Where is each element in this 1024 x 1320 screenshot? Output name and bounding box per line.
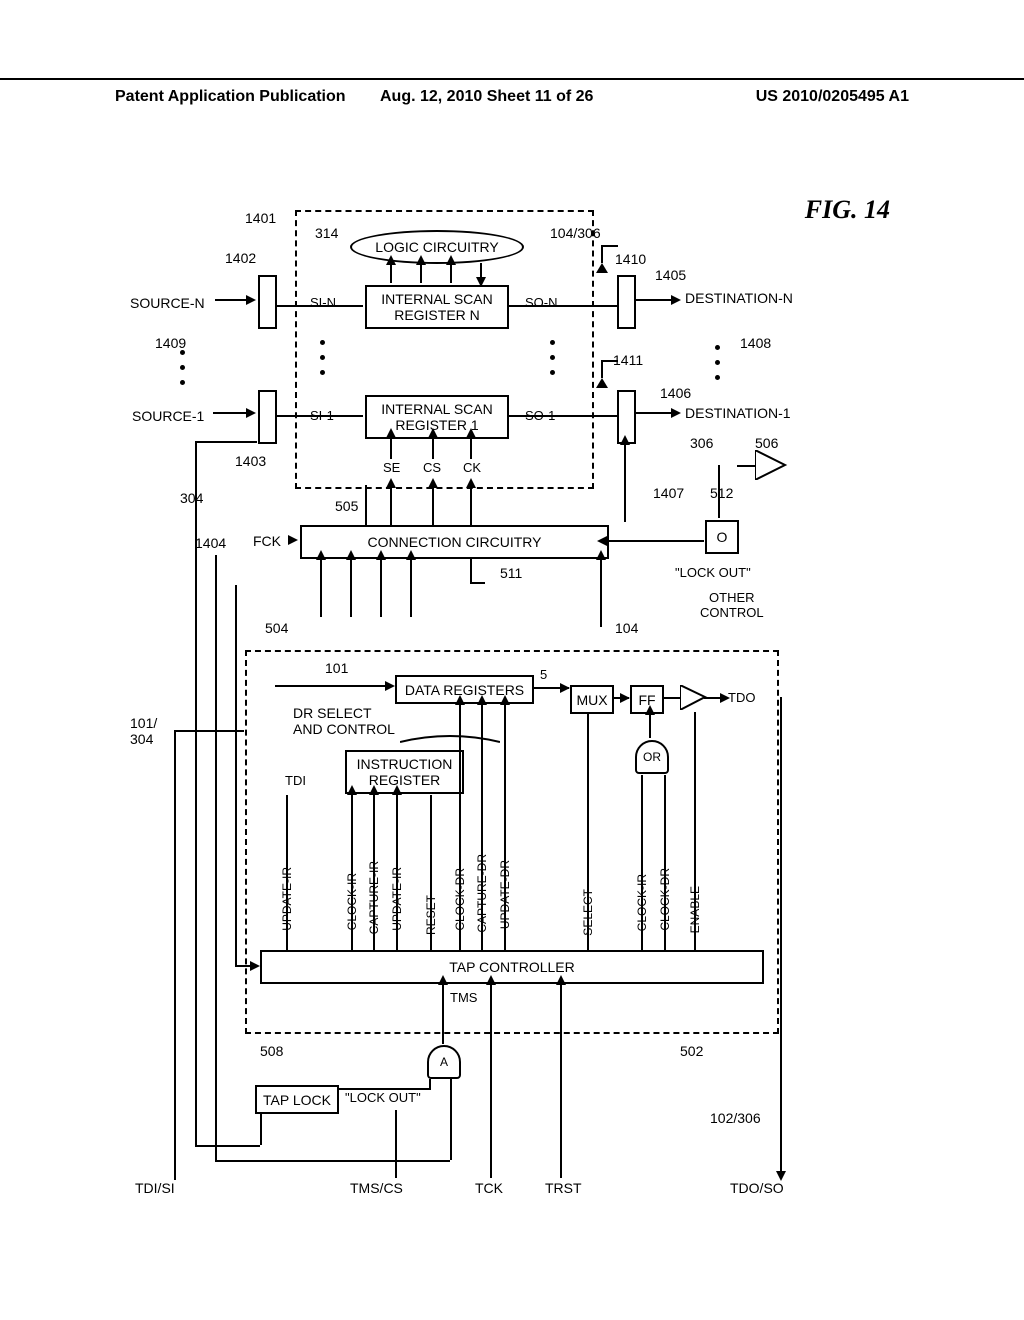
ref-505: 505 [335,498,358,514]
destination-n: DESTINATION-N [685,290,793,306]
header-publication: Patent Application Publication [115,88,346,106]
source-n: SOURCE-N [130,295,205,311]
ref-104: 104 [615,620,638,636]
tms: TMS [450,990,477,1005]
buffer-506 [755,450,790,480]
ref-511: 511 [500,565,522,581]
ref-1409: 1409 [155,335,186,351]
destination-1: DESTINATION-1 [685,405,791,421]
lock-out-l: "LOCK OUT" [345,1090,421,1105]
mux: MUX [570,685,614,714]
ref-1404: 1404 [195,535,226,551]
cs: CS [423,460,441,475]
ref-504: 504 [265,620,288,636]
tdo: TDO [728,690,755,705]
ref-101-304: 101/ 304 [130,715,157,747]
figure-14: FIG. 14 1401 314 104/306 LOGIC CIRCUITRY… [120,195,910,1220]
ref-104-306: 104/306 [550,225,601,241]
ref-1410: 1410 [615,251,646,267]
figure-title: FIG. 14 [805,195,890,225]
tck: TCK [475,1180,503,1196]
fck: FCK [253,533,281,549]
ref-304: 304 [180,490,203,506]
ref-506: 506 [755,435,778,451]
trst: TRST [545,1180,582,1196]
ref-102-306: 102/306 [710,1110,761,1126]
a-gate: A [427,1045,461,1079]
output-box-n [617,275,636,329]
ref-1402: 1402 [225,250,256,266]
ref-5: 5 [540,667,547,682]
tap-lock: TAP LOCK [255,1085,339,1114]
so-n: SO-N [525,295,558,310]
dr-select: DR SELECT AND CONTROL [293,705,395,737]
lock-out-r: "LOCK OUT" [675,565,751,580]
ref-1408: 1408 [740,335,771,351]
other-control: OTHER CONTROL [700,590,764,620]
ref-1401: 1401 [245,210,276,226]
ref-1411: 1411 [613,352,643,368]
header-pubnum: US 2010/0205495 A1 [756,88,909,106]
tap-controller: TAP CONTROLLER [260,950,764,984]
ref-1407: 1407 [653,485,684,501]
or-gate: OR [635,740,669,774]
tdi: TDI [285,773,306,788]
ref-1405: 1405 [655,267,686,283]
ref-502: 502 [680,1043,703,1059]
o-block: O [705,520,739,554]
se: SE [383,460,400,475]
instruction-register: INSTRUCTION REGISTER [345,750,464,794]
logic-circuitry: LOGIC CIRCUITRY [350,230,524,264]
ref-508: 508 [260,1043,283,1059]
ref-1406: 1406 [660,385,691,401]
header-date-sheet: Aug. 12, 2010 Sheet 11 of 26 [380,88,593,106]
ref-512: 512 [710,485,733,501]
ref-314: 314 [315,225,338,241]
ck: CK [463,460,481,475]
si-n: SI-N [310,295,336,310]
tms-cs: TMS/CS [350,1180,403,1196]
input-box-1 [258,390,277,444]
input-box-n [258,275,277,329]
scan-register-n: INTERNAL SCAN REGISTER N [365,285,509,329]
tdo-so: TDO/SO [730,1180,784,1196]
ref-1403: 1403 [235,453,266,469]
tdi-si: TDI/SI [135,1180,175,1196]
ref-101: 101 [325,660,348,676]
ref-306: 306 [690,435,713,451]
source-1: SOURCE-1 [132,408,204,424]
